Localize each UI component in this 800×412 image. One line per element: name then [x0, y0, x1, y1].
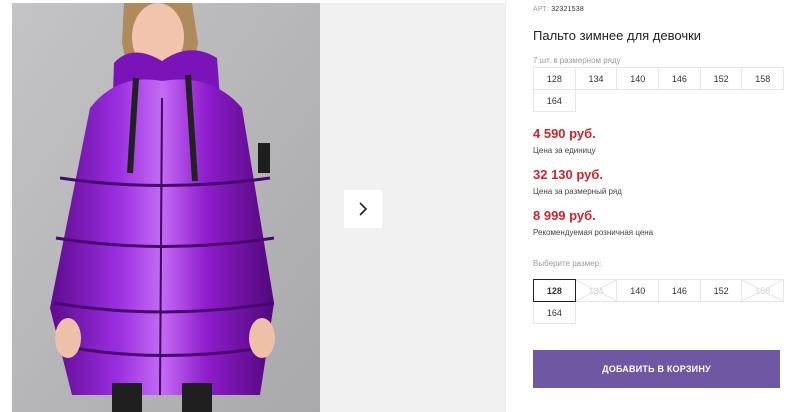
size-option-disabled: 134: [574, 279, 618, 302]
size-row-cell: 128: [533, 67, 576, 90]
size-row-cell: 140: [616, 67, 660, 90]
article-number: АРТ: 32321538: [533, 6, 584, 13]
size-option-selected[interactable]: 128: [533, 279, 576, 302]
article-value: 32321538: [551, 6, 584, 13]
chevron-right-icon: [359, 202, 368, 216]
size-row-cell: 164: [533, 89, 576, 112]
size-row-cell: 158: [741, 67, 785, 90]
choose-size-label: Выберите размер:: [533, 259, 602, 268]
size-row-label: 7 шт. в размерном ряду: [533, 56, 621, 65]
size-row-cell: 146: [658, 67, 701, 90]
size-option[interactable]: 152: [699, 279, 743, 302]
unavailable-cross-icon: [742, 280, 784, 301]
product-title: Пальто зимнее для девочки: [533, 28, 702, 43]
size-option-label: 152: [713, 285, 729, 296]
size-row-grid: 128 134 140 146 152 158 164: [533, 67, 785, 112]
add-to-cart-button[interactable]: ДОБАВИТЬ В КОРЗИНУ: [533, 350, 780, 388]
next-image-button[interactable]: [344, 190, 382, 228]
size-option[interactable]: 164: [533, 301, 576, 324]
size-option-label: 140: [630, 285, 646, 296]
retail-price: 8 999 руб.: [533, 208, 596, 223]
retail-price-label: Рекомендуемая розничная цена: [533, 228, 654, 237]
article-label: АРТ:: [533, 6, 550, 13]
size-option-label: 146: [671, 285, 687, 296]
divider: [505, 0, 506, 412]
size-row-cell: 134: [574, 67, 618, 90]
size-row-cell: 152: [699, 67, 743, 90]
choose-size-grid: 128 134 140 146 152 158 164: [533, 279, 785, 324]
size-row-price: 32 130 руб.: [533, 167, 604, 182]
unit-price-label: Цена за единицу: [533, 146, 596, 155]
unit-price: 4 590 руб.: [533, 126, 596, 141]
product-gallery: [0, 0, 505, 412]
size-option[interactable]: 146: [658, 279, 701, 302]
size-option-disabled: 158: [741, 279, 785, 302]
size-row-price-label: Цена за размерный ряд: [533, 187, 622, 196]
size-option-label: 164: [546, 307, 562, 318]
size-option[interactable]: 140: [616, 279, 660, 302]
unavailable-cross-icon: [575, 280, 617, 301]
girl-in-purple-coat-image: [12, 3, 320, 412]
size-option-label: 128: [546, 285, 562, 296]
product-photo: [12, 3, 320, 412]
